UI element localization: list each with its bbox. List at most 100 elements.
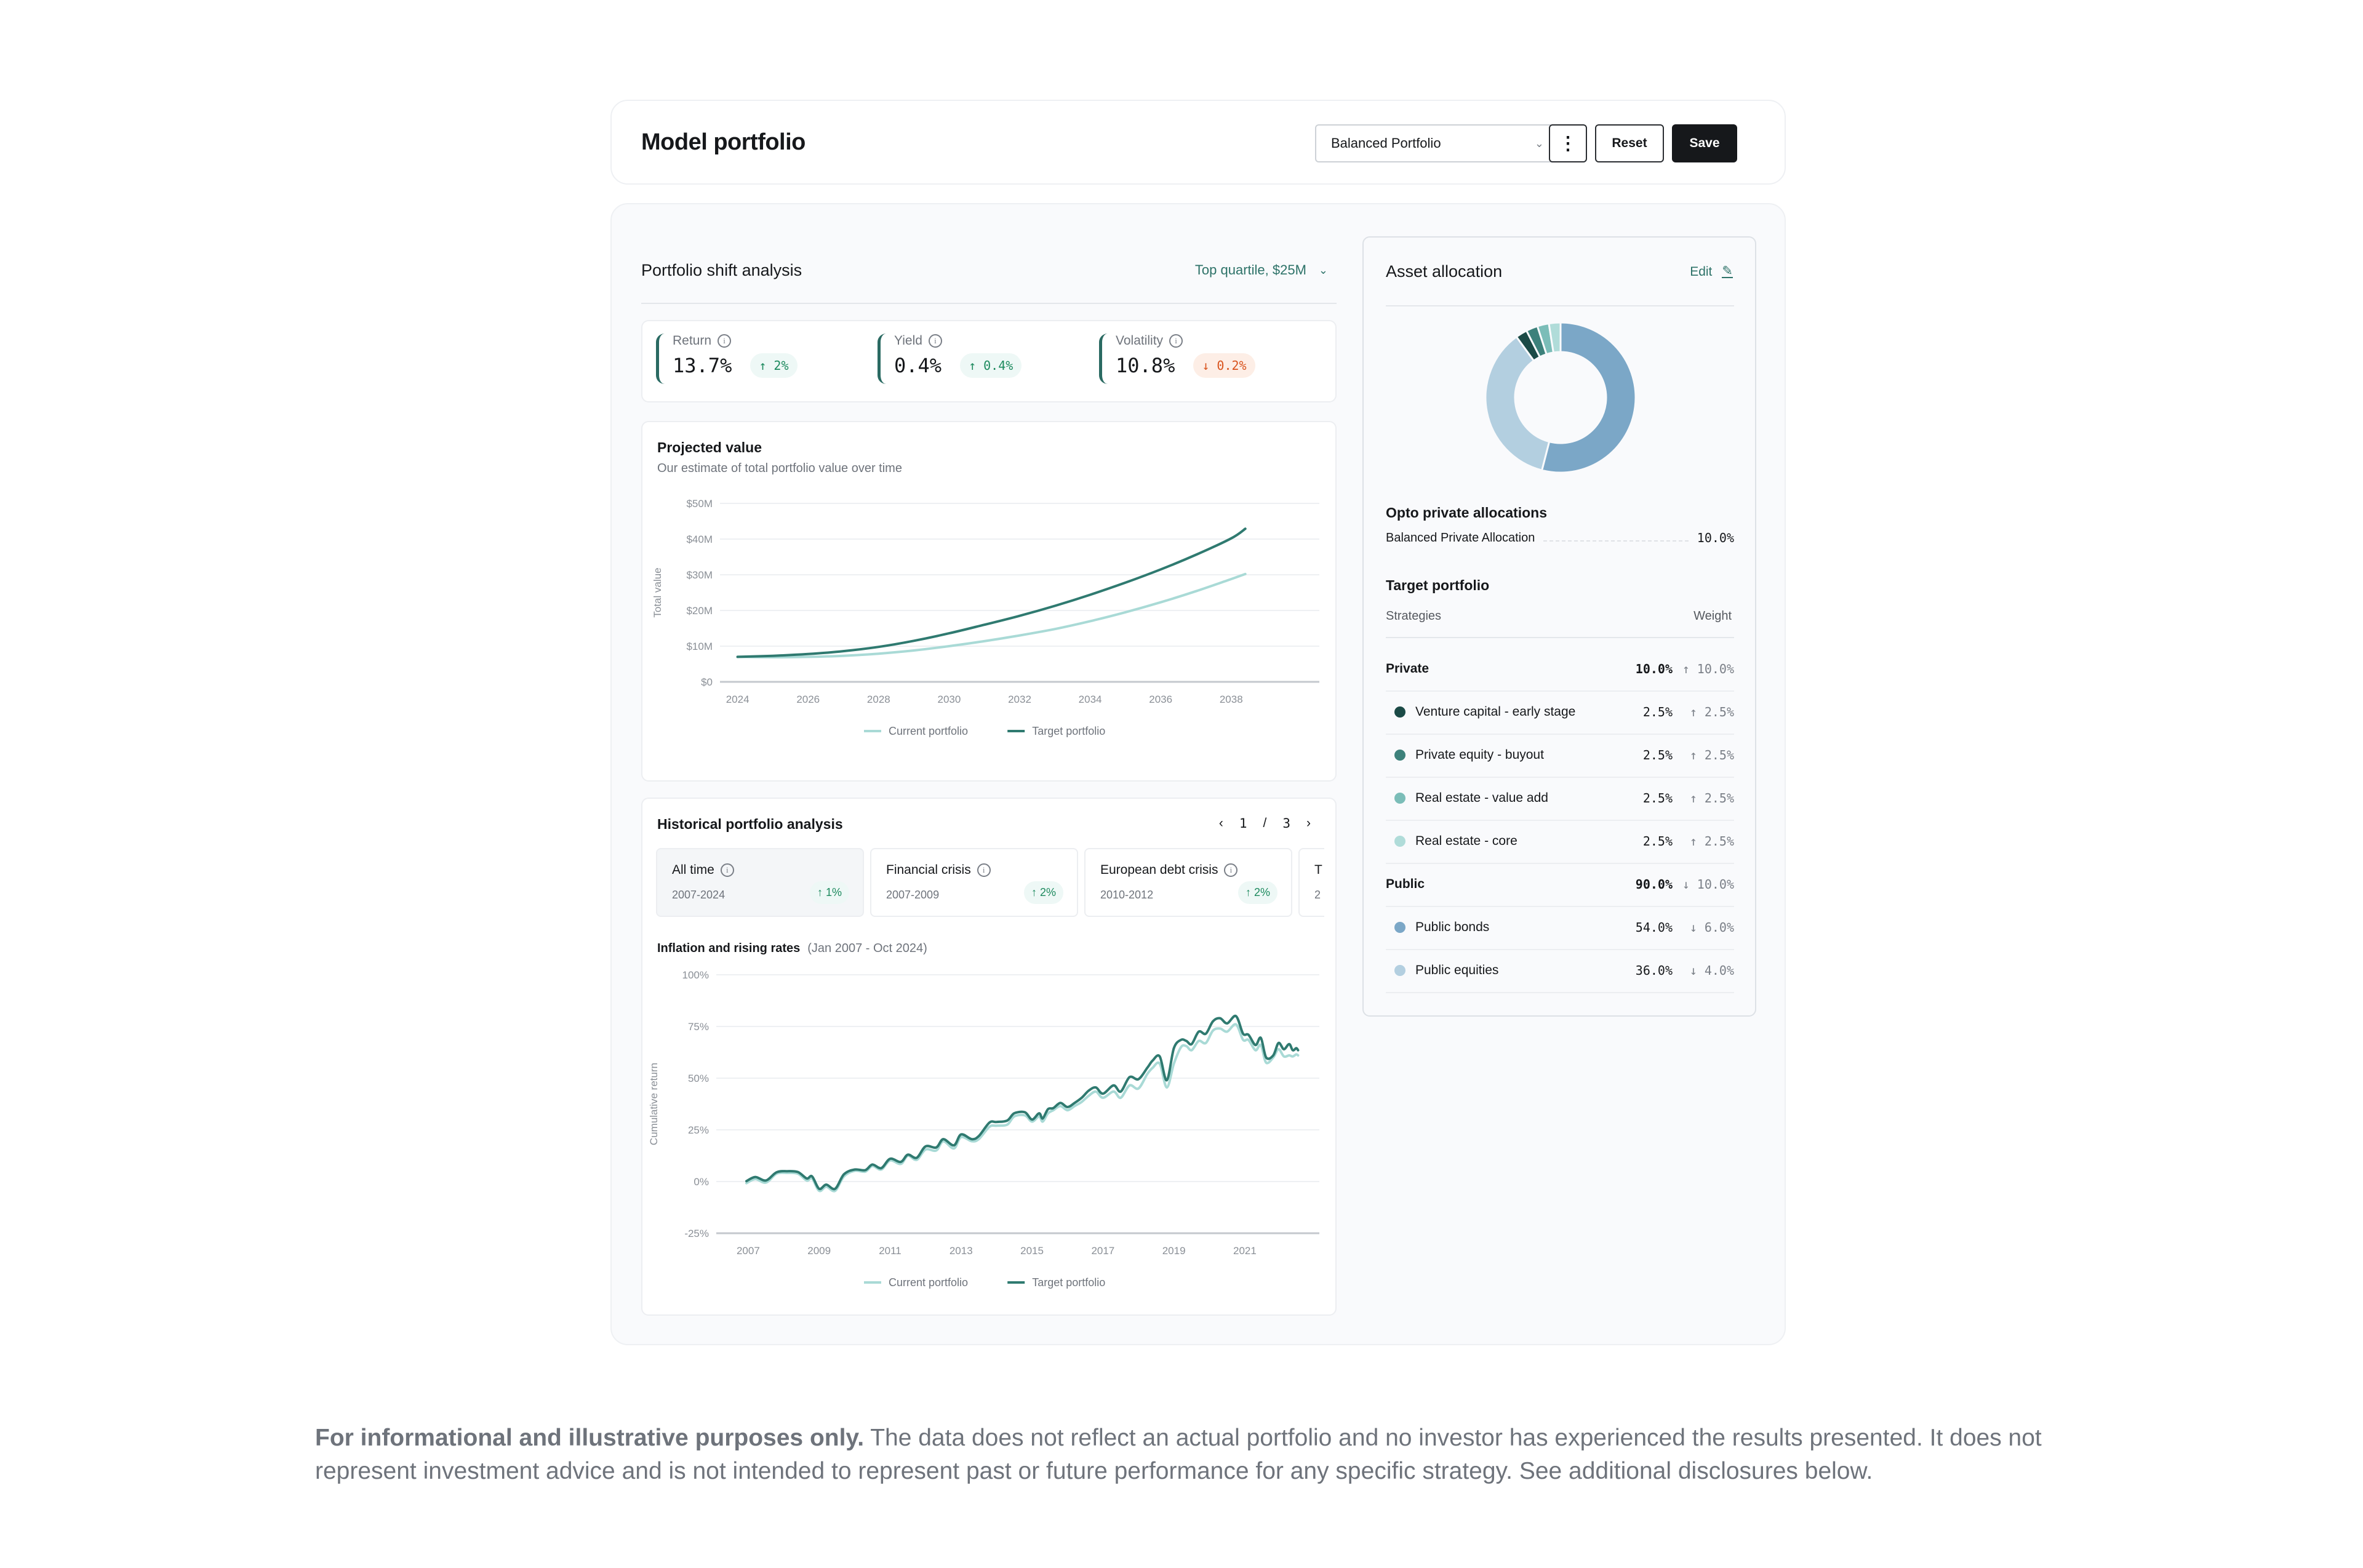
opto-allocation-name: Balanced Private Allocation <box>1386 530 1535 545</box>
historical-chart-title: Inflation and rising rates <box>657 942 801 955</box>
y-tick-label: $40M <box>686 534 713 545</box>
divider <box>641 303 1337 304</box>
strategy-name: Public <box>1386 877 1425 891</box>
metrics-card: Return i 13.7% ↑ 2% Yield i 0.4% ↑ 0.4% Vola… <box>641 320 1337 402</box>
historical-chart-range: (Jan 2007 - Oct 2024) <box>807 942 927 955</box>
strategy-table-header: Strategies Weight <box>1386 609 1734 638</box>
series-line-target-portfolio <box>736 527 1247 658</box>
strategy-weight: 36.0% <box>1635 963 1673 978</box>
x-tick-label: 2021 <box>1233 1245 1257 1257</box>
reset-button[interactable]: Reset <box>1595 124 1664 162</box>
info-icon[interactable]: i <box>1224 863 1238 877</box>
legend-label: Current portfolio <box>889 1276 968 1289</box>
info-icon[interactable]: i <box>720 863 734 877</box>
y-tick-label: 0% <box>694 1176 709 1188</box>
strategy-weight: 90.0% <box>1635 877 1673 892</box>
info-icon[interactable]: i <box>928 334 942 348</box>
historical-return-chart: -25% 0% 25% 50% 75% 100% 2007 2009 2011 2013 2015 2… <box>648 969 1319 1289</box>
main-card: Portfolio shift analysis Top quartile, $… <box>610 203 1786 1345</box>
y-axis-label: Total value <box>652 567 663 617</box>
strategy-weight: 10.0% <box>1635 662 1673 676</box>
series-line-current-portfolio <box>736 572 1247 658</box>
metric-value: 0.4% <box>894 354 942 377</box>
scenario-card-financial-crisis[interactable]: Financial crisis i 2007-2009 ↑ 2% <box>870 848 1078 917</box>
more-options-button[interactable]: ⋮ <box>1549 124 1587 162</box>
x-tick-label: 2019 <box>1162 1245 1186 1257</box>
disclaimer: For informational and illustrative purpo… <box>315 1422 2087 1488</box>
strategy-weight: 2.5% <box>1642 791 1673 806</box>
scenario-range: 2 <box>1314 889 1321 901</box>
strategy-name-cell: Real estate - value add <box>1386 791 1617 806</box>
scenario-name: European debt crisis <box>1100 863 1218 877</box>
metric-change-badge: ↑ 0.4% <box>960 353 1022 378</box>
scenario-card-partial[interactable]: T 2 <box>1298 848 1324 917</box>
strategy-row: Venture capital - early stage 2.5% ↑ 2.5% <box>1386 690 1734 735</box>
legend-label: Target portfolio <box>1032 1276 1105 1289</box>
x-tick-label: 2038 <box>1220 694 1243 705</box>
y-tick-label: $20M <box>686 605 713 617</box>
historical-analysis-card: Historical portfolio analysis ‹ 1 / 3 › … <box>641 798 1337 1316</box>
strategy-name: Private equity - buyout <box>1415 748 1544 762</box>
color-dot-icon <box>1394 922 1405 933</box>
allocation-donut-chart <box>1484 321 1637 474</box>
strategy-name-cell: Private <box>1386 662 1617 676</box>
x-tick-label: 2032 <box>1008 694 1031 705</box>
x-tick-label: 2034 <box>1079 694 1102 705</box>
dotted-leader <box>1543 534 1689 542</box>
strategy-name-cell: Public equities <box>1386 963 1617 978</box>
x-tick-label: 2026 <box>796 694 820 705</box>
strategy-weight-change: ↓ 4.0% <box>1689 963 1734 978</box>
x-tick-label: 2009 <box>807 1245 831 1257</box>
benchmark-filter-dropdown[interactable]: Top quartile, $25M ⌄ <box>1195 262 1328 278</box>
metric-return: Return i 13.7% ↑ 2% <box>656 334 798 384</box>
target-portfolio-title: Target portfolio <box>1386 577 1490 593</box>
x-tick-label: 2007 <box>737 1245 760 1257</box>
benchmark-filter-label: Top quartile, $25M <box>1194 262 1306 278</box>
color-dot-icon <box>1394 793 1405 804</box>
edit-label: Edit <box>1690 265 1713 279</box>
info-icon[interactable]: i <box>718 334 732 348</box>
opto-allocation-row: Balanced Private Allocation 10.0% <box>1386 530 1734 545</box>
strategy-name-cell: Venture capital - early stage <box>1386 705 1617 719</box>
color-dot-icon <box>1394 965 1405 976</box>
projected-value-card: Projected value Our estimate of total po… <box>641 421 1337 782</box>
x-tick-label: 2013 <box>950 1245 973 1257</box>
strategy-weight-change: ↑ 2.5% <box>1689 834 1734 849</box>
metric-yield: Yield i 0.4% ↑ 0.4% <box>878 334 1022 384</box>
color-dot-icon <box>1394 750 1405 761</box>
portfolio-select-value: Balanced Portfolio <box>1331 135 1441 151</box>
info-icon[interactable]: i <box>1169 334 1183 348</box>
projected-value-chart: $0 $10M $20M $30M $40M $50M 2024 2026 2028 2030 20… <box>652 498 1319 737</box>
col-weight: Weight <box>1693 609 1732 623</box>
page-title: Model portfolio <box>641 129 806 155</box>
metric-change-badge: ↑ 2% <box>750 353 798 378</box>
metric-label: Return <box>673 334 712 348</box>
save-button[interactable]: Save <box>1672 124 1737 162</box>
y-axis-label: Cumulative return <box>648 1063 660 1145</box>
portfolio-select[interactable]: Balanced Portfolio ⌄ <box>1315 124 1560 162</box>
strategy-name: Public equities <box>1415 963 1499 977</box>
scenario-name: T <box>1314 863 1322 877</box>
strategy-group-row: Private 10.0% ↑ 10.0% <box>1386 647 1734 692</box>
scenario-card-all-time[interactable]: All time i 2007-2024 ↑ 1% <box>656 848 864 917</box>
info-icon[interactable]: i <box>977 863 991 877</box>
historical-chart-heading: Inflation and rising rates (Jan 2007 - O… <box>657 942 927 956</box>
y-tick-label: 25% <box>688 1124 709 1136</box>
strategy-name: Venture capital - early stage <box>1415 705 1576 719</box>
legend-label: Current portfolio <box>889 725 968 737</box>
y-tick-label: $30M <box>686 569 713 581</box>
x-tick-label: 2024 <box>726 694 750 705</box>
color-dot-icon <box>1394 706 1405 718</box>
scenario-card-european-debt-crisis[interactable]: European debt crisis i 2010-2012 ↑ 2% <box>1084 848 1292 917</box>
edit-allocation-button[interactable]: Edit ✎ <box>1690 265 1733 279</box>
x-tick-label: 2017 <box>1091 1245 1114 1257</box>
projected-title: Projected value <box>657 439 762 455</box>
strategy-row: Public bonds 54.0% ↓ 6.0% <box>1386 906 1734 950</box>
strategy-row: Private equity - buyout 2.5% ↑ 2.5% <box>1386 734 1734 778</box>
scenario-change-badge: ↑ 2% <box>1023 881 1063 904</box>
y-tick-label: 75% <box>688 1021 709 1033</box>
strategy-name: Public bonds <box>1415 920 1490 934</box>
chevron-down-icon: ⌄ <box>1318 263 1328 276</box>
x-tick-label: 2015 <box>1020 1245 1044 1257</box>
y-tick-label: $50M <box>686 498 713 510</box>
